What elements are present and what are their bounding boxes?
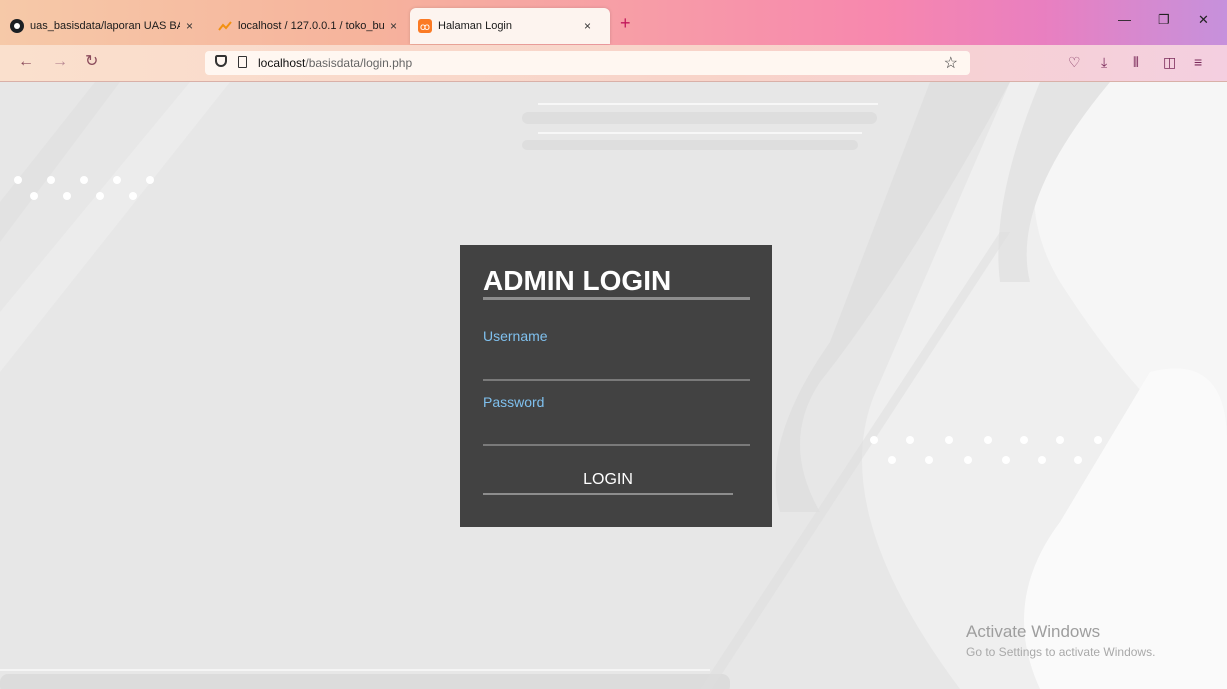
tracking-shield-icon[interactable] [215, 55, 227, 67]
bookmark-star-icon[interactable]: ☆ [944, 53, 958, 73]
close-window-button[interactable]: ✕ [1198, 12, 1209, 28]
decor-dot [47, 176, 55, 184]
password-input[interactable] [483, 422, 750, 446]
decor-dot [1038, 456, 1046, 464]
decor-dot [925, 456, 933, 464]
decor-dot [129, 192, 137, 200]
navigation-bar: ← → ↻ localhost/basisdata/login.php ☆ ♡ … [0, 45, 1227, 82]
decor-dot [945, 436, 953, 444]
decor-dot [1094, 436, 1102, 444]
address-bar[interactable]: localhost/basisdata/login.php ☆ [205, 51, 970, 75]
github-icon [10, 19, 24, 33]
tab-github[interactable]: uas_basisdata/laporan UAS BAS × [10, 8, 200, 44]
activate-windows-subtitle: Go to Settings to activate Windows. [966, 645, 1156, 659]
decor-dot [146, 176, 154, 184]
reload-icon[interactable]: ↻ [85, 53, 98, 71]
decor-dot [870, 436, 878, 444]
forward-arrow-icon[interactable]: → [52, 53, 68, 71]
decor-dot [964, 456, 972, 464]
tab-label: localhost / 127.0.0.1 / toko_buk [238, 20, 384, 32]
url-host: localhost [258, 56, 306, 70]
password-label: Password [483, 394, 545, 410]
decor-dot [80, 176, 88, 184]
pocket-icon[interactable]: ♡ [1068, 54, 1081, 71]
decor-dot [1074, 456, 1082, 464]
maximize-button[interactable]: ❐ [1158, 12, 1170, 28]
minimize-button[interactable]: — [1118, 12, 1131, 27]
decor-dot [1056, 436, 1064, 444]
library-icon[interactable]: ⫴ [1133, 54, 1139, 71]
username-label: Username [483, 328, 548, 344]
sidebar-icon[interactable]: ◫ [1163, 54, 1176, 71]
svg-text:ꝏ: ꝏ [420, 22, 430, 33]
decor-dot [63, 192, 71, 200]
decor-dot [14, 176, 22, 184]
tab-halaman-login[interactable]: ꝏ Halaman Login × [410, 8, 610, 44]
url-path: /basisdata/login.php [305, 56, 413, 70]
tab-close-icon[interactable]: × [390, 19, 397, 33]
username-input[interactable] [483, 357, 750, 381]
phpmyadmin-icon [218, 21, 232, 31]
url-text[interactable]: localhost/basisdata/login.php [258, 56, 412, 70]
tab-label: Halaman Login [438, 20, 512, 32]
login-form: ADMIN LOGIN Username Password LOGIN [460, 245, 772, 527]
decor-dot [1020, 436, 1028, 444]
download-icon[interactable]: ⤓ [1101, 54, 1107, 71]
activate-windows-title: Activate Windows [966, 622, 1101, 641]
menu-icon[interactable]: ≡ [1194, 54, 1202, 70]
tab-close-icon[interactable]: × [584, 19, 591, 33]
decor-dot [113, 176, 121, 184]
decor-dot [1002, 456, 1010, 464]
tab-phpmyadmin[interactable]: localhost / 127.0.0.1 / toko_buk × [218, 8, 404, 44]
decor-dot [96, 192, 104, 200]
tab-close-icon[interactable]: × [186, 19, 193, 33]
decor-dot [30, 192, 38, 200]
page-content: ADMIN LOGIN Username Password LOGIN Acti… [0, 82, 1227, 689]
login-button[interactable]: LOGIN [483, 467, 733, 495]
page-info-icon[interactable] [238, 56, 247, 68]
new-tab-button[interactable]: + [620, 14, 631, 32]
decor-dot [906, 436, 914, 444]
title-divider [483, 297, 750, 300]
tab-label: uas_basisdata/laporan UAS BAS [30, 20, 180, 32]
login-title: ADMIN LOGIN [483, 265, 672, 296]
xampp-icon: ꝏ [418, 19, 432, 33]
decor-dot [984, 436, 992, 444]
back-arrow-icon[interactable]: ← [18, 53, 34, 71]
tab-bar: uas_basisdata/laporan UAS BAS × localhos… [0, 0, 1227, 45]
decor-dot [888, 456, 896, 464]
